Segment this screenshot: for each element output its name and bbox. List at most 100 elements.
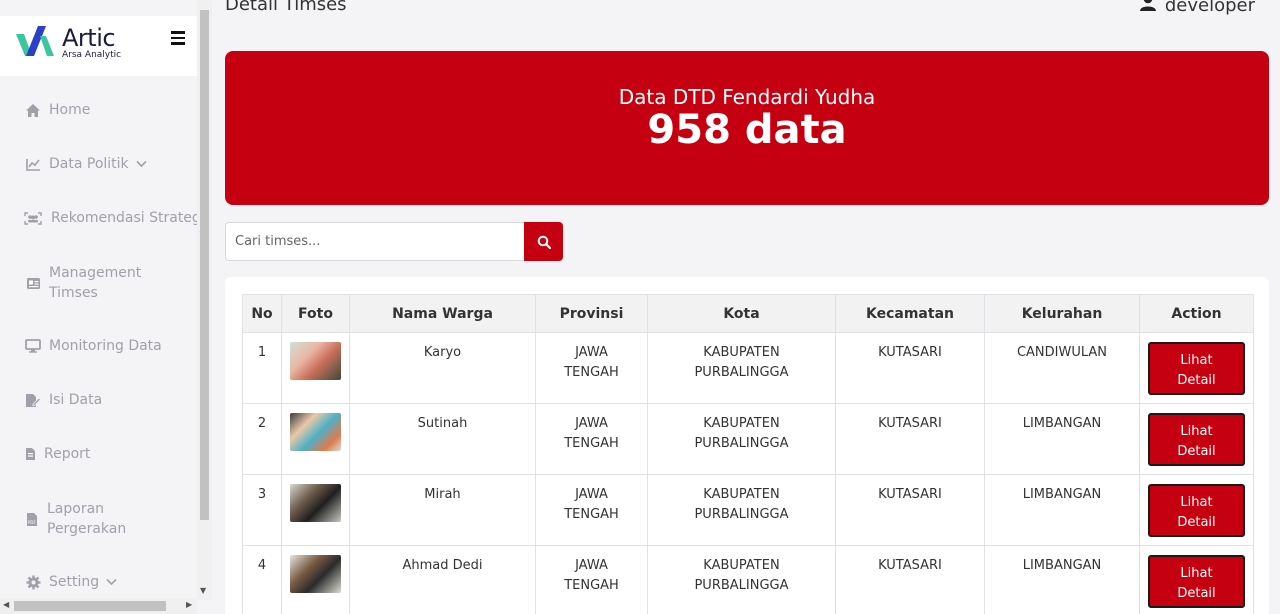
cell-no: 1: [242, 332, 282, 404]
chevron-down-icon: [106, 574, 117, 590]
cell-action: Lihat Detail: [1139, 545, 1254, 614]
sidebar-item-label: Laporan Pergerakan: [47, 501, 127, 537]
scrollbar-thumb[interactable]: [14, 601, 166, 611]
sidebar-item-label: Home: [49, 102, 91, 118]
search-input[interactable]: [225, 222, 524, 261]
sidebar-item-label: Monitoring Data: [49, 338, 162, 354]
sidebar-item-label: Management Timses: [49, 265, 142, 301]
cell-nama: Ahmad Dedi: [349, 545, 536, 614]
sidebar-vertical-scrollbar[interactable]: ▼: [197, 0, 212, 600]
cell-no: 3: [242, 474, 282, 546]
lihat-detail-button[interactable]: Lihat Detail: [1148, 484, 1245, 537]
cell-kota: KABUPATEN PURBALINGGA: [647, 332, 836, 404]
id-card-icon: [24, 274, 42, 292]
gear-icon: [24, 573, 42, 591]
sidebar-item-isi-data[interactable]: Isi Data: [24, 391, 102, 409]
table-card: No Foto Nama Warga Provinsi Kota Kecamat…: [225, 277, 1269, 614]
cell-foto: [281, 332, 350, 404]
sidebar-item-laporan-pergerakan[interactable]: PDF Laporan Pergerakan: [24, 499, 157, 539]
cell-provinsi: JAWA TENGAH: [535, 403, 648, 475]
cell-kota: KABUPATEN PURBALINGGA: [647, 474, 836, 546]
file-icon: [24, 445, 37, 463]
cell-kelurahan: LIMBANGAN: [984, 545, 1140, 614]
sidebar-item-data-politik[interactable]: Data Politik: [24, 155, 147, 173]
person-photo[interactable]: [290, 342, 341, 380]
provinsi-text: JAWA TENGAH: [564, 345, 619, 380]
home-icon: [24, 101, 42, 119]
cell-kecamatan: KUTASARI: [835, 332, 985, 404]
column-header-provinsi: Provinsi: [535, 294, 648, 333]
user-menu[interactable]: developer: [1139, 0, 1255, 17]
sidebar-item-label: Data Politik: [49, 156, 129, 172]
sidebar-item-home[interactable]: Home: [24, 101, 90, 119]
brand-logo[interactable]: Artic Arsa Analytic: [16, 20, 126, 60]
person-photo[interactable]: [290, 555, 341, 593]
cell-kelurahan: LIMBANGAN: [984, 403, 1140, 475]
scroll-right-arrow-icon[interactable]: ▶: [186, 600, 192, 609]
banner-count: 958 data: [647, 107, 847, 153]
scrollbar-thumb[interactable]: [200, 10, 209, 520]
sidebar-item-monitoring-data[interactable]: Monitoring Data: [24, 337, 162, 355]
cell-kelurahan: LIMBANGAN: [984, 474, 1140, 546]
users-scan-icon: [24, 209, 42, 227]
table-row: 2 Sutinah JAWA TENGAH KABUPATEN PURBALIN…: [242, 403, 1254, 475]
column-header-kecamatan: Kecamatan: [835, 294, 985, 333]
kota-text: KABUPATEN PURBALINGGA: [694, 416, 789, 451]
cell-kecamatan: KUTASARI: [835, 474, 985, 546]
brand-subtitle: Arsa Analytic: [62, 50, 122, 60]
column-header-foto: Foto: [281, 294, 350, 333]
timses-table: No Foto Nama Warga Provinsi Kota Kecamat…: [242, 294, 1254, 614]
file-edit-icon: [24, 391, 42, 409]
chart-line-icon: [24, 155, 42, 173]
artic-logo-icon: [16, 26, 54, 56]
cell-nama: Karyo: [349, 332, 536, 404]
table-row: 3 Mirah JAWA TENGAH KABUPATEN PURBALINGG…: [242, 474, 1254, 546]
lihat-detail-button[interactable]: Lihat Detail: [1148, 555, 1245, 608]
table-row: 1 Karyo JAWA TENGAH KABUPATEN PURBALINGG…: [242, 332, 1254, 404]
sidebar-item-report[interactable]: Report: [24, 445, 90, 463]
cell-provinsi: JAWA TENGAH: [535, 332, 648, 404]
cell-kecamatan: KUTASARI: [835, 545, 985, 614]
brand-bar: Artic Arsa Analytic: [0, 16, 197, 76]
sidebar-item-rekomendasi-strategi[interactable]: Rekomendasi Strategi: [24, 209, 205, 227]
person-photo[interactable]: [290, 413, 341, 451]
kota-text: KABUPATEN PURBALINGGA: [694, 558, 789, 593]
table-row: 4 Ahmad Dedi JAWA TENGAH KABUPATEN PURBA…: [242, 545, 1254, 614]
table-header-row: No Foto Nama Warga Provinsi Kota Kecamat…: [242, 294, 1254, 333]
hamburger-menu-icon[interactable]: [171, 31, 187, 45]
column-header-action: Action: [1139, 294, 1254, 333]
scroll-left-arrow-icon[interactable]: ◀: [3, 600, 9, 609]
cell-nama: Sutinah: [349, 403, 536, 475]
lihat-detail-button[interactable]: Lihat Detail: [1148, 413, 1245, 466]
column-header-nama: Nama Warga: [349, 294, 536, 333]
cell-foto: [281, 474, 350, 546]
sidebar-horizontal-scrollbar[interactable]: ◀ ▶: [0, 598, 197, 614]
cell-no: 2: [242, 403, 282, 475]
cell-kota: KABUPATEN PURBALINGGA: [647, 403, 836, 475]
lihat-detail-button[interactable]: Lihat Detail: [1148, 342, 1245, 395]
user-icon: [1139, 0, 1156, 17]
sidebar-item-label: Report: [44, 446, 91, 462]
page-title: Detail Timses: [225, 0, 347, 15]
kota-text: KABUPATEN PURBALINGGA: [694, 345, 789, 380]
sidebar-item-setting[interactable]: Setting: [24, 573, 117, 591]
cell-action: Lihat Detail: [1139, 332, 1254, 404]
sidebar-item-management-timses[interactable]: Management Timses: [24, 263, 159, 303]
username: developer: [1164, 0, 1255, 16]
scroll-down-arrow-icon[interactable]: ▼: [200, 586, 206, 595]
provinsi-text: JAWA TENGAH: [564, 558, 619, 593]
person-photo[interactable]: [290, 484, 341, 522]
cell-provinsi: JAWA TENGAH: [535, 474, 648, 546]
cell-kelurahan: CANDIWULAN: [984, 332, 1140, 404]
cell-nama: Mirah: [349, 474, 536, 546]
cell-no: 4: [242, 545, 282, 614]
search-bar: [225, 222, 563, 261]
search-button[interactable]: [524, 222, 563, 261]
cell-kecamatan: KUTASARI: [835, 403, 985, 475]
monitor-icon: [24, 337, 42, 355]
cell-action: Lihat Detail: [1139, 403, 1254, 475]
sidebar: Artic Arsa Analytic Home Data Politik Re…: [0, 0, 212, 614]
sidebar-item-label: Isi Data: [49, 392, 103, 408]
pdf-file-icon: PDF: [24, 510, 40, 528]
cell-action: Lihat Detail: [1139, 474, 1254, 546]
